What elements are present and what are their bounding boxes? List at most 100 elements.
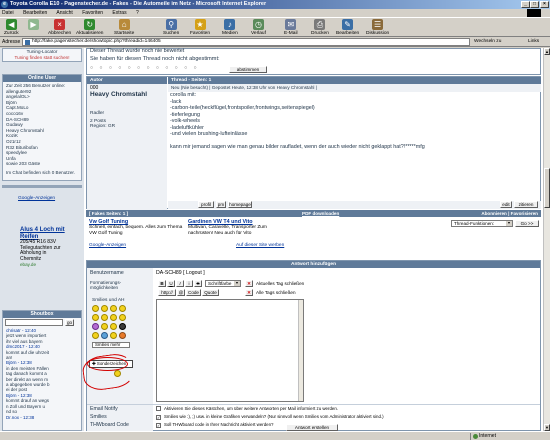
discuss-button[interactable]: ☰ Diskussion [366,19,389,36]
smiley-smirk-icon[interactable] [110,332,117,339]
forward-button[interactable]: ▶ [28,19,39,31]
search-icon: ⚲ [165,19,177,30]
smilies-checkbox[interactable]: ✓ [156,415,161,420]
scroll-up-icon[interactable]: ▲ [544,48,550,55]
text-ad-2[interactable]: Gardinen VW T4 und Vito Multivan, Carave… [188,219,292,236]
vote-button[interactable]: abstimmen [229,66,267,73]
pm-button[interactable]: pm [216,201,226,208]
print-button[interactable]: ⎙ Drucken [311,19,329,36]
home-button[interactable]: ⌂ Startseite [114,19,134,36]
scroll-down-icon[interactable]: ▼ [544,424,550,431]
thread-column-header: Thread - Seiten: 1 [168,77,541,84]
shoutbox-go-button[interactable]: go [65,319,74,326]
italic-button[interactable]: I [176,280,184,287]
code-button[interactable]: Code [186,289,201,296]
textarea-scrollbar[interactable] [298,300,303,401]
discuss-icon: ☰ [372,19,384,30]
submit-reply-button[interactable]: Antwort erstellen [286,424,338,431]
username-value[interactable]: DA-SCH89 [ Logout ] [156,270,205,276]
menu-ansicht[interactable]: Ansicht [56,10,72,16]
address-input[interactable]: http://fake.pagenstecher.de/showtopic.ph… [22,38,470,46]
smiley-ninja-icon[interactable] [119,323,126,330]
thread-functions-select[interactable]: Thread-Funktionen: ▼ [451,220,513,227]
homepage-button[interactable]: homepage [228,201,252,208]
email-notify-checkbox[interactable] [156,406,161,411]
close-all-icon[interactable]: ✕ [245,289,253,296]
smiley-embarrassed-icon[interactable] [119,332,126,339]
menu-datei[interactable]: Datei [2,10,14,16]
menu-bearbeiten[interactable]: Bearbeiten [23,10,47,16]
thread-pages-bar: [ Fakes Seiten: 1 ] PDF downloaden Abonn… [86,210,541,217]
tuning-locator-subtitle: Tuning finden statt suchen! [14,55,70,60]
minimize-button[interactable]: _ [521,1,530,8]
strike-button[interactable]: S [194,280,202,287]
smilies-option[interactable]: ✓ Smilies wie :), ;) usw. in kleine Grafi… [156,414,384,420]
advertise-link[interactable]: Auf dieser Site werben [236,243,284,248]
menu-help[interactable]: ? [136,10,139,16]
edit-post-button[interactable]: edit [500,201,512,208]
smiley-tongue-icon[interactable] [92,314,99,321]
tuning-locator-box[interactable]: Tuning-Locator Tuning finden statt suche… [2,48,82,62]
media-button[interactable]: ♪ Medien [222,19,238,36]
favorites-button[interactable]: ★ Favoriten [190,19,210,36]
thread-functions-go-button[interactable]: Go >> [515,220,539,227]
email-button[interactable]: @ [177,289,185,296]
smiley-wink-icon[interactable] [101,305,108,312]
mail-button[interactable]: ✉ E-Mail [284,19,298,36]
thwb-code-option[interactable]: ✓ Soll THWboard code in Ihrer Nachricht a… [156,422,274,428]
underline-button[interactable]: U [167,280,175,287]
google-ads-link[interactable]: Google-Anzeigen [89,243,126,248]
url-button[interactable]: http:// [158,289,176,296]
menu-extras[interactable]: Extras [112,10,126,16]
stop-button[interactable]: × Abbrechen [48,19,71,36]
shout-author[interactable]: Dr.nox - 12:38 [6,415,78,420]
profile-button[interactable]: profil [198,201,214,208]
pdf-download-link[interactable]: PDF downloaden [302,210,339,217]
author-name[interactable]: Heavy Chromstahl [90,91,147,98]
quote-post-button[interactable]: zitieren [514,201,538,208]
rating-radios[interactable]: ○ ○ ○ ○ ○ ○ ○ ○ ○ ○ ○ ○ [90,65,199,71]
bold-button[interactable]: B [158,280,166,287]
go-button[interactable]: Wechseln zu [474,38,501,46]
sidebar-google-ads-label[interactable]: Google-Anzeigen [18,196,55,201]
edit-button[interactable]: ✎ Bearbeiten [336,19,359,36]
smiley-confused-icon[interactable] [101,323,108,330]
refresh-button[interactable]: ↻ Aktualisieren [76,19,103,36]
font-color-select[interactable]: Schriftfarbe ▼ [205,280,241,287]
smiley-devil-icon[interactable] [92,323,99,330]
maximize-button[interactable]: □ [530,1,539,8]
back-button[interactable]: ◀ Zurück [4,19,19,36]
page-scrollbar[interactable]: ▲ ▼ [543,48,550,431]
smiley-laugh-icon[interactable] [110,323,117,330]
security-zone: Internet [470,433,496,440]
sidebar-ad[interactable]: Alus 4 Loch mit Reifen 205/45 R16 83V Te… [20,227,82,267]
smiley-cold-icon[interactable] [101,332,108,339]
message-textarea[interactable] [156,299,304,402]
pages-link[interactable]: [ Fakes Seiten: 1 ] [89,210,128,217]
email-notify-option[interactable]: Aktivieren Sie dieses Kästchen, um über … [156,406,338,411]
more-smilies-button[interactable]: Smilies mehr [92,342,130,348]
small-button[interactable]: i [185,280,193,287]
shoutbox-input[interactable] [5,319,63,326]
reply-header: Antwort hinzufügen [87,261,540,268]
quote-button[interactable]: Quote [202,289,219,296]
text-ad-1[interactable]: Vw Golf Tuning Schnell, einfach, bequem.… [89,219,184,236]
links-button[interactable]: Links [528,37,539,47]
close-button[interactable]: × [540,1,549,8]
smiley-happy-icon[interactable] [92,305,99,312]
close-tag-icon[interactable]: ✕ [245,280,253,287]
smiley-grin-icon[interactable] [110,305,117,312]
subscribe-links[interactable]: Abonnieren | Favorisieren [481,210,538,217]
ad-url[interactable]: ebay.de [20,262,82,267]
mail-icon: ✉ [285,19,297,30]
smiley-shock-icon[interactable] [110,314,117,321]
smiley-sad-icon[interactable] [119,305,126,312]
smiley-cool-icon[interactable] [101,314,108,321]
search-button[interactable]: ⚲ Suchen [163,19,179,36]
history-button[interactable]: ◷ Verlauf [251,19,266,36]
smiley-rolleyes-icon[interactable] [92,332,99,339]
thwb-code-checkbox[interactable]: ✓ [156,423,161,428]
scroll-thumb[interactable] [544,168,550,208]
smiley-angry-icon[interactable] [119,314,126,321]
menu-favoriten[interactable]: Favoriten [82,10,103,16]
